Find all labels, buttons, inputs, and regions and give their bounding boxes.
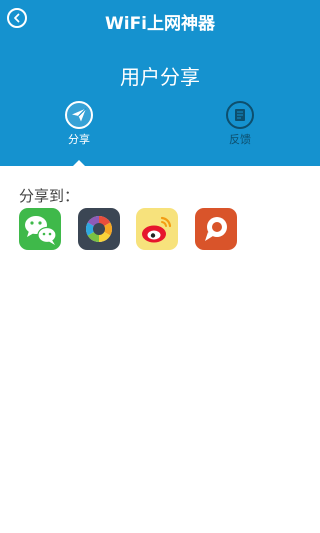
share-moments-button[interactable] bbox=[78, 208, 120, 250]
top-bar: WiFi上网神器 bbox=[0, 0, 320, 38]
page-title: 用户分享 bbox=[120, 65, 200, 89]
weibo-icon bbox=[142, 216, 172, 243]
wechat-icon bbox=[25, 216, 57, 245]
tab-share-label: 分享 bbox=[68, 133, 90, 146]
tab-feedback[interactable]: 反馈 bbox=[200, 100, 280, 152]
tab-feedback-label: 反馈 bbox=[229, 133, 251, 146]
share-wechat-button[interactable] bbox=[19, 208, 61, 250]
app-title: WiFi上网神器 bbox=[104, 14, 216, 34]
tab-share[interactable]: 分享 bbox=[39, 100, 119, 152]
share-app-icon bbox=[205, 217, 227, 241]
active-tab-indicator bbox=[73, 160, 85, 166]
share-to-label: 分享到： bbox=[19, 187, 80, 205]
share-other-button[interactable] bbox=[195, 208, 237, 250]
paper-plane-icon bbox=[65, 101, 93, 129]
header: WiFi上网神器 用户分享 分享 反馈 bbox=[0, 0, 320, 166]
moments-icon bbox=[85, 215, 113, 243]
share-weibo-button[interactable] bbox=[136, 208, 178, 250]
document-icon bbox=[226, 101, 254, 129]
